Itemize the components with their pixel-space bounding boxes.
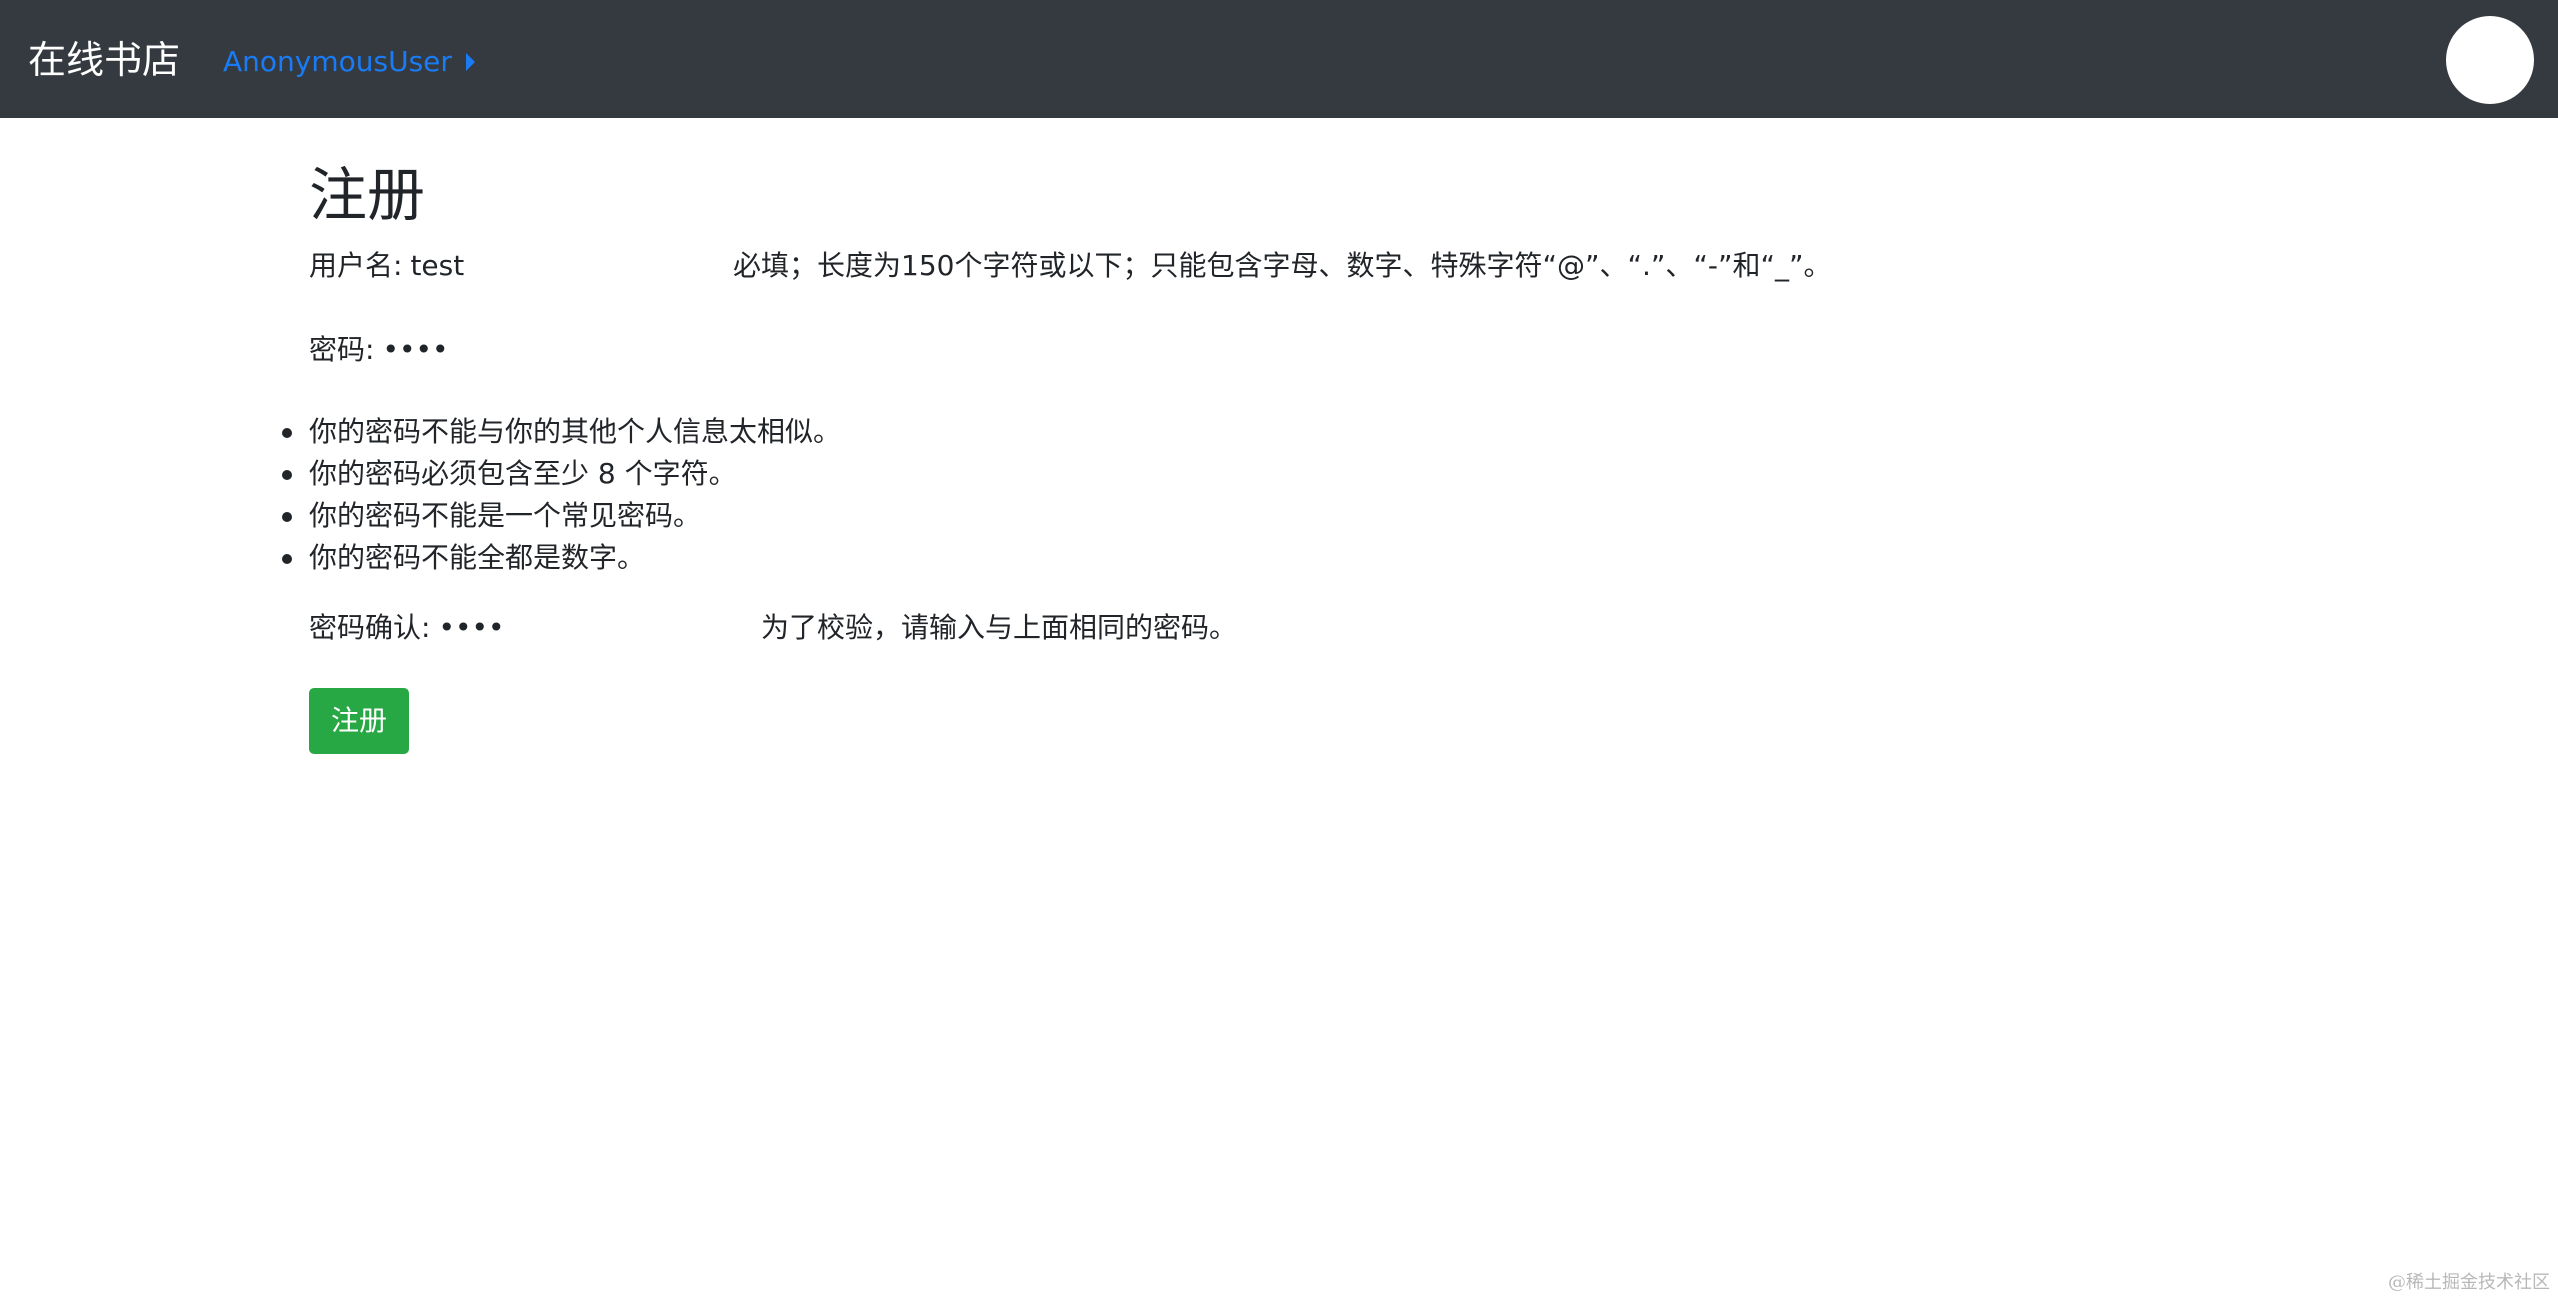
username-input[interactable] xyxy=(410,246,651,286)
bullet-icon xyxy=(282,470,292,480)
avatar[interactable] xyxy=(2446,16,2534,104)
password-rule-text: 你的密码不能全都是数字。 xyxy=(309,541,646,574)
list-item: 你的密码不能与你的其他个人信息太相似。 xyxy=(282,412,842,452)
top-navbar: 在线书店 AnonymousUser xyxy=(0,0,2558,118)
caret-right-icon xyxy=(465,53,475,71)
list-item: 你的密码必须包含至少 8 个字符。 xyxy=(282,454,737,494)
bullet-icon xyxy=(282,428,292,438)
username-row: 用户名: xyxy=(309,246,651,286)
bullet-icon xyxy=(282,512,292,522)
list-item: 你的密码不能全都是数字。 xyxy=(282,538,646,578)
password-label: 密码: xyxy=(309,333,375,366)
user-menu-link[interactable]: AnonymousUser xyxy=(223,42,475,82)
user-menu-label: AnonymousUser xyxy=(223,45,452,78)
page-title: 注册 xyxy=(309,161,426,229)
password-confirm-label: 密码确认: xyxy=(309,611,431,644)
password-confirm-row: 密码确认: xyxy=(309,608,679,648)
register-submit-button[interactable]: 注册 xyxy=(309,688,409,754)
watermark: @稀土掘金技术社区 xyxy=(2388,1272,2550,1293)
username-label: 用户名: xyxy=(309,249,403,282)
password-confirm-input[interactable] xyxy=(438,608,679,648)
password-rule-text: 你的密码必须包含至少 8 个字符。 xyxy=(309,457,737,490)
bullet-icon xyxy=(282,554,292,564)
password-rule-text: 你的密码不能是一个常见密码。 xyxy=(309,499,702,532)
password-input[interactable] xyxy=(382,330,623,370)
username-help-text: 必填；长度为150个字符或以下；只能包含字母、数字、特殊字符“@”、“.”、“-… xyxy=(733,249,1832,282)
brand-logo-text[interactable]: 在线书店 xyxy=(28,34,180,86)
password-confirm-help-text: 为了校验，请输入与上面相同的密码。 xyxy=(761,611,1238,644)
password-rule-text: 你的密码不能与你的其他个人信息太相似。 xyxy=(309,415,842,448)
password-row: 密码: xyxy=(309,330,623,370)
list-item: 你的密码不能是一个常见密码。 xyxy=(282,496,702,536)
